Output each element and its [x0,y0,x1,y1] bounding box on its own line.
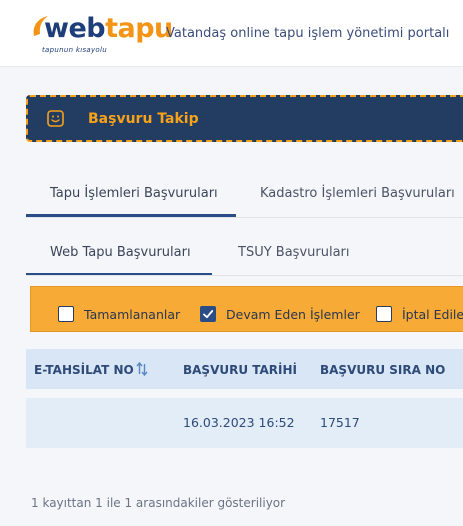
smile-icon [47,110,64,127]
status-filter-bar: Tamamlananlar Devam Eden İşlemler İptal … [30,286,463,332]
portal-tagline: Vatandaş online tapu işlem yönetimi port… [166,26,450,41]
checkbox-iptal-edilen[interactable] [376,306,392,322]
tab-tsuy-basvurulari[interactable]: TSUY Başvuruları [238,234,350,276]
header: webtapu tapunun kısayolu Vatandaş online… [0,0,463,67]
page-banner: Başvuru Takip [26,95,463,142]
logo-subtitle: tapunun kısayolu [42,46,107,54]
table-row[interactable]: 16.03.2023 16:52 17517 [26,398,463,448]
active-tab-indicator [26,273,212,275]
sort-icon[interactable] [136,362,148,376]
table-header: E-TAHSİLAT NO BAŞVURU TARİHİ BAŞVURU SIR… [26,349,463,389]
active-tab-indicator [26,214,236,217]
column-basvuru-tarihi[interactable]: BAŞVURU TARİHİ [183,363,297,377]
tab-kadastro-islemleri[interactable]: Kadastro İşlemleri Başvuruları [260,175,455,217]
logo-wordmark: webtapu [44,13,173,44]
page-title: Başvuru Takip [88,111,199,127]
primary-tabs: Tapu İşlemleri Başvuruları Kadastro İşle… [26,175,463,218]
cell-sira-no: 17517 [320,415,360,430]
checkbox-label-tamamlananlar[interactable]: Tamamlananlar [84,307,180,322]
checkmark-icon [203,310,214,319]
checkbox-tamamlananlar[interactable] [58,306,74,322]
column-basvuru-sira-no[interactable]: BAŞVURU SIRA NO [320,363,445,377]
column-etahsilat-no[interactable]: E-TAHSİLAT NO [34,363,134,377]
tab-tapu-islemleri[interactable]: Tapu İşlemleri Başvuruları [50,175,218,217]
checkbox-label-devam-eden[interactable]: Devam Eden İşlemler [226,307,360,322]
secondary-tabs: Web Tapu Başvuruları TSUY Başvuruları [26,234,463,276]
table-info: 1 kayıttan 1 ile 1 arasındakiler gösteri… [31,496,286,510]
checkbox-devam-eden[interactable] [200,306,216,322]
checkbox-label-iptal-edilen[interactable]: İptal Edilen [402,307,463,322]
cell-basvuru-tarihi: 16.03.2023 16:52 [183,415,295,430]
tab-web-tapu-basvurulari[interactable]: Web Tapu Başvuruları [50,234,191,276]
webtapu-logo[interactable]: webtapu tapunun kısayolu [30,12,173,56]
